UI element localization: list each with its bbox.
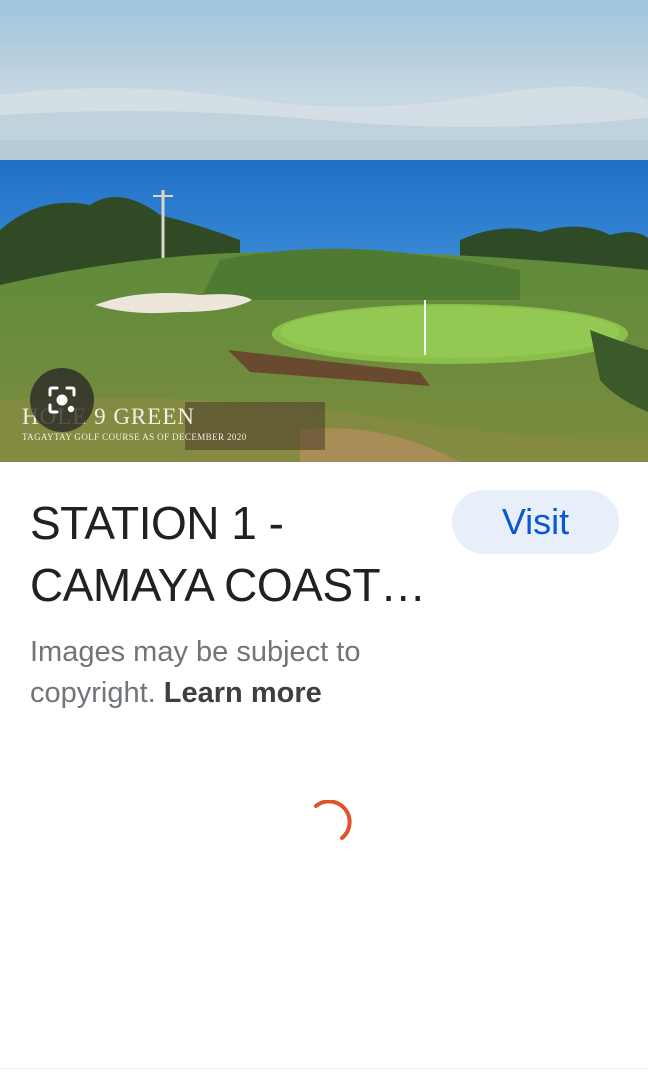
result-title-line-1: STATION 1 -	[30, 497, 284, 549]
loading-spinner-icon	[314, 800, 352, 840]
visit-button[interactable]: Visit	[452, 490, 619, 554]
lens-search-button[interactable]	[30, 368, 94, 432]
copyright-notice: Images may be subject to copyright. Lear…	[30, 632, 450, 714]
golf-course-photo	[0, 0, 648, 462]
lens-search-icon	[48, 386, 76, 414]
result-title-line-2: CAMAYA COAST…	[30, 559, 426, 611]
result-image[interactable]: HOLE 9 GREEN TAGAYTAY GOLF COURSE AS OF …	[0, 0, 648, 462]
result-title[interactable]: STATION 1 - CAMAYA COAST…	[30, 492, 430, 616]
bottom-divider	[0, 1068, 648, 1069]
learn-more-link[interactable]: Learn more	[164, 677, 322, 709]
